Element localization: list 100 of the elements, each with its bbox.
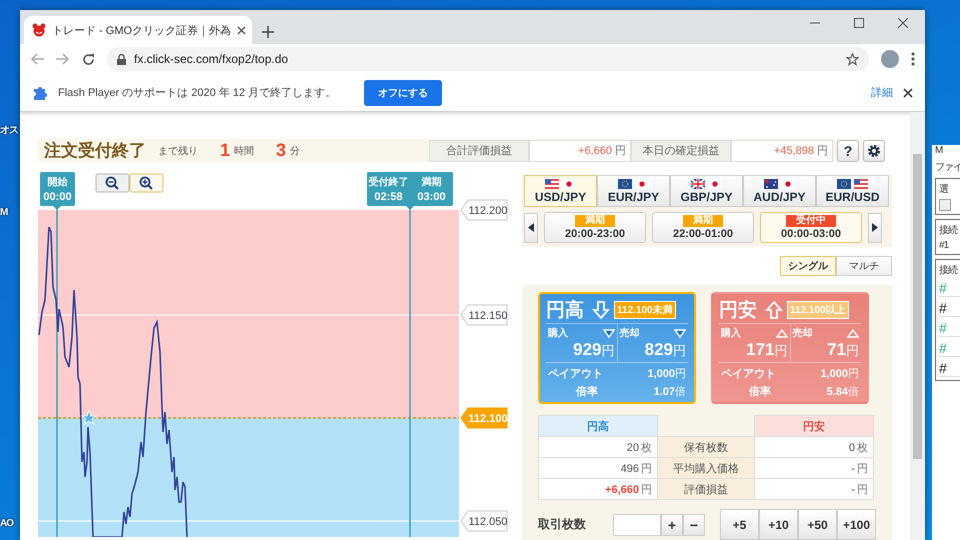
favicon-icon (32, 23, 46, 37)
currency-tab[interactable]: AUD/JPY (743, 175, 816, 207)
preset-button[interactable]: +10 (759, 509, 798, 540)
option-title: 円安 (719, 298, 757, 323)
flag-icon (691, 178, 705, 188)
flag-icon (764, 178, 778, 188)
flag-icon (618, 178, 632, 188)
callout-label: 満期 (422, 177, 442, 188)
up-arrow-icon (765, 301, 783, 319)
currency-tab[interactable]: EUR/USD (816, 175, 889, 207)
menu-icon[interactable] (911, 52, 915, 66)
help-button[interactable]: ? (837, 140, 859, 162)
gear-icon (867, 144, 881, 158)
column-header: 円高 (538, 416, 658, 436)
countdown-value: 1 (220, 140, 230, 161)
list-item[interactable]: # (939, 300, 960, 317)
star-icon[interactable] (846, 52, 859, 66)
browser-tab[interactable]: トレード - GMOクリック証券｜外為 (24, 16, 252, 44)
avatar[interactable] (881, 50, 899, 68)
turn-off-button[interactable]: オフにする (364, 80, 442, 106)
close-icon[interactable] (237, 26, 246, 34)
flag-icon (854, 178, 868, 188)
status-title: 注文受付終了 (44, 140, 146, 162)
callout-label: 受付終了 (368, 177, 408, 188)
callout-time: 02:58 (374, 191, 403, 203)
decrement-button[interactable]: − (683, 514, 705, 536)
checkbox[interactable] (939, 199, 951, 211)
period-button[interactable]: 受付中 00:00-03:00 (760, 212, 862, 243)
payout-label: ペイアウト (548, 367, 603, 381)
rate-value: 1.07倍 (654, 385, 686, 399)
desktop-icon-label[interactable]: M (0, 207, 20, 218)
payout-value: 1,000円 (647, 367, 686, 381)
summary-label: 本日の確定損益 (631, 140, 731, 162)
table-cell: 20 枚 (538, 436, 658, 458)
price-label: 112.200 (460, 200, 508, 220)
scrollbar[interactable] (910, 112, 925, 540)
table-cell: 保有枚数 (658, 436, 754, 458)
countdown-value: 3 (276, 140, 286, 161)
previous-button[interactable] (524, 212, 538, 242)
callout-label: 開始 (48, 177, 68, 188)
currency-tab[interactable]: EUR/JPY (597, 175, 670, 207)
new-tab-icon[interactable] (262, 26, 274, 38)
scrollbar-thumb[interactable] (913, 154, 922, 459)
address-bar[interactable]: fx.click-sec.com/fxop2/top.do (107, 47, 869, 71)
countdown-unit: 時間 (234, 144, 254, 158)
flag-icon (635, 178, 649, 188)
increment-button[interactable]: + (661, 514, 683, 536)
table-cell: 0 枚 (754, 436, 874, 458)
period-button[interactable]: 満期 22:00-01:00 (652, 212, 754, 243)
zoom-out-button[interactable] (96, 174, 130, 192)
mode-tab[interactable]: シングル (780, 256, 836, 276)
desktop-icon-label[interactable]: AO (0, 518, 20, 529)
countdown-unit: 分 (290, 144, 300, 158)
rate-label: 倍率 (574, 384, 598, 399)
rate-label: 倍率 (748, 384, 771, 399)
triangle-icon (847, 328, 859, 338)
flag-icon (837, 178, 851, 188)
price-label: 112.050 (460, 510, 508, 532)
list-item[interactable]: #1 (939, 240, 960, 251)
table-cell: - 円 (754, 458, 874, 478)
close-icon[interactable] (903, 88, 913, 98)
table-cell: +6,660 円 (538, 478, 658, 500)
period-button[interactable]: 満期 20:00-23:00 (544, 212, 646, 243)
flag-icon (781, 178, 795, 188)
option-title: 円高 (546, 298, 584, 323)
close-icon[interactable] (898, 18, 908, 28)
mode-tab[interactable]: マルチ (836, 256, 892, 276)
callout-time: 00:00 (43, 191, 72, 203)
reload-icon[interactable] (82, 52, 95, 66)
zoom-in-button[interactable] (130, 174, 164, 192)
preset-button[interactable]: +100 (837, 509, 876, 540)
maximize-icon[interactable] (854, 18, 864, 28)
group-title: 接続 (939, 224, 958, 237)
currency-tab[interactable]: GBP/JPY (670, 175, 743, 207)
menu-item[interactable]: ファイ (935, 160, 960, 174)
price-label: 購入 (721, 326, 741, 340)
summary-label: 合計評価損益 (429, 140, 529, 162)
desktop-icon-label[interactable]: オス (0, 123, 20, 137)
threshold-badge: 112.100以上 (787, 301, 849, 319)
star-icon (80, 410, 98, 425)
column-header: 円安 (754, 416, 874, 436)
payout-label: ペイアウト (721, 367, 776, 381)
preset-button[interactable]: +50 (798, 509, 837, 540)
currency-tab[interactable]: USD/JPY (524, 175, 597, 207)
list-item[interactable]: # (939, 360, 960, 377)
settings-button[interactable] (863, 140, 885, 162)
remaining-label: まで残り (158, 144, 198, 158)
preset-button[interactable]: +5 (720, 509, 759, 540)
payout-value: 1,000円 (820, 367, 859, 381)
summary-value: +45,898 円 (731, 140, 833, 162)
next-button[interactable] (868, 212, 882, 242)
price-label: 売却 (792, 326, 812, 340)
flag-icon (708, 178, 722, 188)
down-arrow-icon (592, 301, 610, 319)
quantity-field[interactable] (613, 514, 661, 536)
details-link[interactable]: 詳細 (871, 85, 893, 100)
price-label: 売却 (620, 326, 640, 340)
group-title: 接続 (939, 264, 958, 277)
rate-value: 5.84倍 (826, 385, 859, 399)
left-triangle-icon (528, 223, 534, 232)
